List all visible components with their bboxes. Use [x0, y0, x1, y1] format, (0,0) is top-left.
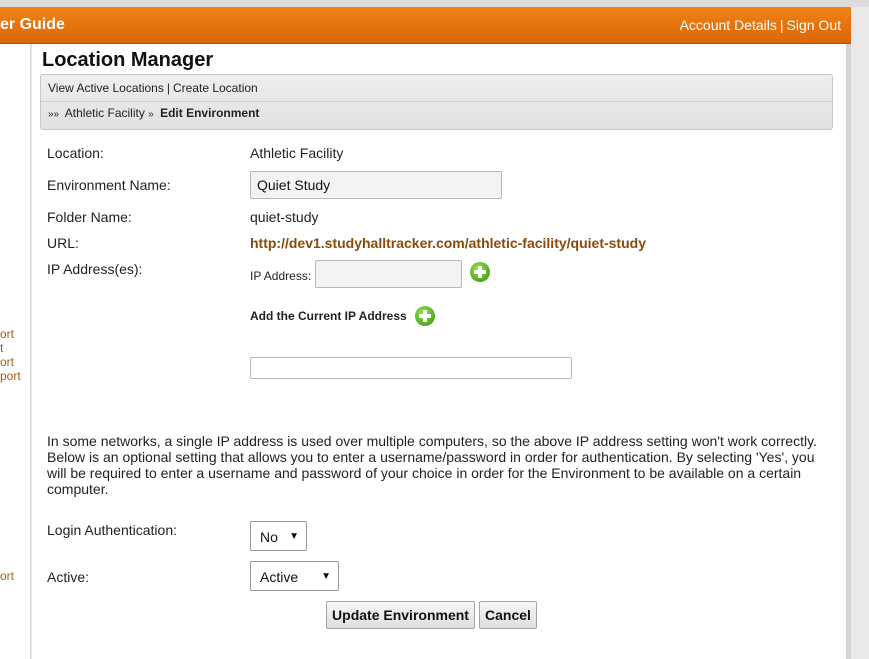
add-current-ip-plus-icon[interactable] [415, 306, 435, 326]
login-authentication-selected: No [260, 529, 278, 545]
location-label: Location: [47, 145, 104, 161]
view-active-locations-link[interactable]: View Active Locations [48, 81, 164, 95]
update-environment-button[interactable]: Update Environment [326, 601, 475, 629]
breadcrumb-arrows: »» [48, 109, 60, 120]
folder-name-label: Folder Name: [47, 209, 132, 225]
ip-list-field[interactable] [250, 357, 572, 379]
app-header: er Guide Account Details | Sign Out [0, 7, 851, 44]
sidebar-link[interactable]: port [0, 369, 21, 383]
login-authentication-select[interactable]: No ▼ [250, 521, 307, 551]
right-border [846, 44, 851, 659]
sidebar-link[interactable]: ort [0, 355, 14, 369]
location-nav: View Active Locations | Create Location »»… [40, 74, 833, 130]
sidebar: ort t ort port ort [0, 44, 31, 659]
cancel-button[interactable]: Cancel [479, 601, 537, 629]
active-selected: Active [260, 569, 299, 585]
sign-out-link[interactable]: Sign Out [787, 17, 841, 33]
nav-links: View Active Locations | Create Location [48, 81, 258, 95]
environment-name-label: Environment Name: [47, 177, 171, 193]
breadcrumb-parent-link[interactable]: Athletic Facility [65, 106, 145, 120]
environment-name-input[interactable] [250, 171, 502, 199]
top-strip [0, 0, 869, 7]
nav-divider [41, 101, 832, 102]
chevron-down-icon: ▼ [289, 531, 299, 542]
account-details-link[interactable]: Account Details [680, 17, 777, 33]
breadcrumb: »» Athletic Facility » Edit Environment [48, 106, 259, 120]
breadcrumb-current: Edit Environment [160, 106, 260, 120]
folder-name-value: quiet-study [250, 209, 319, 225]
active-select[interactable]: Active ▼ [250, 561, 339, 591]
login-authentication-label: Login Authentication: [47, 522, 177, 538]
create-location-link[interactable]: Create Location [173, 81, 258, 95]
add-current-ip-label[interactable]: Add the Current IP Address [250, 309, 407, 323]
authentication-note: In some networks, a single IP address is… [47, 433, 817, 497]
nav-separator: | [166, 81, 170, 95]
breadcrumb-arrow: » [148, 109, 154, 120]
account-links: Account Details | Sign Out [680, 17, 841, 33]
chevron-down-icon: ▼ [321, 571, 331, 582]
app-title: er Guide [0, 16, 65, 33]
url-label: URL: [47, 235, 79, 251]
ip-address-input[interactable] [315, 260, 462, 288]
active-label: Active: [47, 569, 90, 585]
main-content: Location Manager View Active Locations | C… [32, 44, 846, 659]
ip-addresses-label: IP Address(es): [47, 261, 143, 277]
sidebar-link[interactable]: ort [0, 327, 14, 341]
sidebar-link[interactable]: t [0, 341, 3, 355]
add-ip-plus-icon[interactable] [470, 262, 490, 282]
ip-address-field-label: IP Address: [250, 269, 312, 283]
sidebar-link[interactable]: ort [0, 569, 14, 583]
environment-url-link[interactable]: http://dev1.studyhalltracker.com/athleti… [250, 235, 646, 251]
page-title: Location Manager [42, 49, 214, 71]
account-separator: | [779, 17, 784, 33]
location-value: Athletic Facility [250, 145, 344, 161]
